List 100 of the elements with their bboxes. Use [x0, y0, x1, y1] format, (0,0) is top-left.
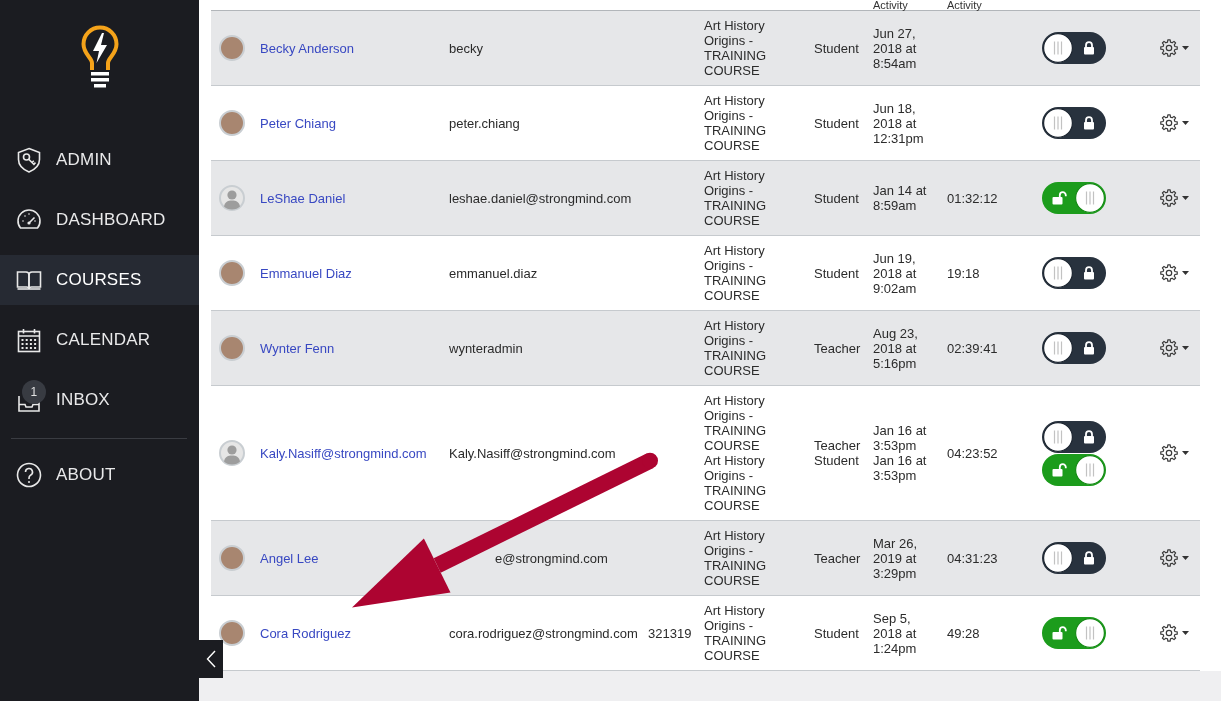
total-activity-time: 19:18: [947, 265, 980, 281]
settings-icon: [1160, 549, 1178, 567]
padlock-icon: [1083, 429, 1095, 444]
username-text: emmanuel.diaz: [449, 265, 538, 281]
course-name: Art History Origins - TRAINING COURSE: [704, 18, 768, 78]
padlock-icon: [1083, 41, 1095, 55]
user-name-link[interactable]: Cora Rodriguez: [260, 625, 352, 641]
total-activity-time: 49:28: [947, 625, 980, 641]
settings-icon: [1160, 444, 1178, 462]
username-text: cora.rodriguez@strongmind.com: [449, 625, 638, 641]
role-label: Teacher: [814, 340, 861, 356]
lock-toggle[interactable]: [1042, 453, 1106, 486]
calendar-icon: [16, 327, 42, 353]
settings-icon: [1160, 624, 1178, 642]
collapse-sidebar-button[interactable]: [199, 640, 223, 678]
toggle-knob[interactable]: [1043, 421, 1073, 452]
last-activity-date: Jun 19, 2018 at 9:02am: [873, 250, 918, 296]
toggle-knob[interactable]: [1043, 108, 1073, 138]
role-label: Teacher: [814, 550, 861, 566]
caret-icon: [1182, 196, 1189, 200]
settings-menu-button[interactable]: [1160, 189, 1189, 207]
shield-key-icon: [16, 147, 42, 173]
caret-icon: [1182, 346, 1189, 350]
course-name: Art History Origins - TRAINING COURSE: [704, 93, 768, 153]
sidebar-nav-item[interactable]: 1 INBOX: [0, 375, 199, 425]
toggle-knob[interactable]: [1043, 33, 1073, 63]
column-header: Activity: [873, 0, 908, 10]
user-name-link[interactable]: Angel Lee: [260, 550, 319, 566]
settings-menu-button[interactable]: [1160, 444, 1189, 462]
sidebar-nav-item[interactable]: ADMIN: [0, 135, 199, 185]
role-label: Student: [814, 40, 859, 56]
settings-menu-button[interactable]: [1160, 624, 1189, 642]
toggle-knob[interactable]: [1043, 333, 1073, 363]
padlock-icon: [1083, 116, 1095, 130]
padlock-icon: [1083, 551, 1095, 565]
caret-icon: [1182, 631, 1189, 635]
username-text: peter.chiang: [449, 115, 520, 131]
course-name: Art History Origins - TRAINING COURSE: [704, 528, 768, 588]
settings-menu-button[interactable]: [1160, 264, 1189, 282]
last-activity-date: Jan 16 at 3:53pm: [873, 423, 928, 453]
total-activity-time: 02:39:41: [947, 340, 998, 356]
total-activity-time: 01:32:12: [947, 190, 998, 206]
padlock-icon: [1083, 341, 1095, 355]
caret-icon: [1182, 121, 1189, 125]
settings-icon: [1160, 264, 1178, 282]
last-activity-date: Jun 18, 2018 at 12:31pm: [873, 100, 925, 146]
sidebar-nav-item[interactable]: DASHBOARD: [0, 195, 199, 245]
toggle-knob[interactable]: [1043, 258, 1073, 288]
lock-toggle[interactable]: [1042, 332, 1106, 364]
lock-toggle[interactable]: [1042, 617, 1106, 649]
lock-toggle[interactable]: [1042, 257, 1106, 289]
username-text: e@strongmind.com: [495, 550, 608, 566]
last-activity-date: Jun 27, 2018 at 8:54am: [873, 25, 918, 71]
settings-menu-button[interactable]: [1160, 549, 1189, 567]
course-name: Art History Origins - TRAINING COURSE: [704, 168, 768, 228]
role-label: Student: [814, 115, 859, 131]
user-avatar: [219, 335, 245, 361]
open-padlock-icon: [1051, 191, 1067, 205]
sidebar-nav-item[interactable]: COURSES: [0, 255, 199, 305]
toggle-knob[interactable]: [1043, 543, 1073, 573]
username-text: Kaly.Nasiff@strongmind.com: [449, 445, 616, 461]
user-name-link[interactable]: Becky Anderson: [260, 40, 354, 56]
toggle-knob[interactable]: [1075, 454, 1105, 485]
last-activity-date: Mar 26, 2019 at 3:29pm: [873, 535, 919, 581]
lock-toggle[interactable]: [1042, 32, 1106, 64]
open-padlock-icon: [1051, 626, 1067, 640]
help-icon: [16, 462, 42, 488]
user-avatar: [219, 35, 245, 61]
caret-icon: [1182, 271, 1189, 275]
lock-toggle[interactable]: [1042, 542, 1106, 574]
lock-toggle[interactable]: [1042, 107, 1106, 139]
settings-menu-button[interactable]: [1160, 39, 1189, 57]
user-name-link[interactable]: Emmanuel Diaz: [260, 265, 352, 281]
user-avatar: [219, 620, 245, 646]
role-label: Teacher: [814, 438, 861, 453]
user-name-link[interactable]: Peter Chiang: [260, 115, 336, 131]
course-name: Art History Origins - TRAINING COURSE: [704, 603, 768, 663]
settings-menu-button[interactable]: [1160, 339, 1189, 357]
caret-icon: [1182, 556, 1189, 560]
settings-icon: [1160, 189, 1178, 207]
lock-toggle[interactable]: [1042, 420, 1106, 453]
toggle-knob[interactable]: [1075, 183, 1105, 213]
last-activity-date: Jan 16 at 3:53pm: [873, 453, 928, 483]
user-name-link[interactable]: LeShae Daniel: [260, 190, 346, 206]
column-header: Activity: [947, 0, 982, 10]
lock-toggle[interactable]: [1042, 182, 1106, 214]
sidebar-nav-item[interactable]: ABOUT: [0, 450, 199, 500]
settings-icon: [1160, 339, 1178, 357]
user-name-link[interactable]: Wynter Fenn: [260, 340, 335, 356]
user-name-link[interactable]: Kaly.Nasiff@strongmind.com: [260, 445, 427, 461]
total-activity-time: 04:31:23: [947, 550, 998, 566]
settings-icon: [1160, 114, 1178, 132]
role-label: Student: [814, 625, 859, 641]
user-id-text: 321319: [648, 625, 692, 641]
user-avatar: [219, 110, 245, 136]
settings-menu-button[interactable]: [1160, 114, 1189, 132]
sidebar-nav-item[interactable]: CALENDAR: [0, 315, 199, 365]
course-name: Art History Origins - TRAINING COURSE: [704, 243, 768, 303]
settings-icon: [1160, 39, 1178, 57]
toggle-knob[interactable]: [1075, 618, 1105, 648]
